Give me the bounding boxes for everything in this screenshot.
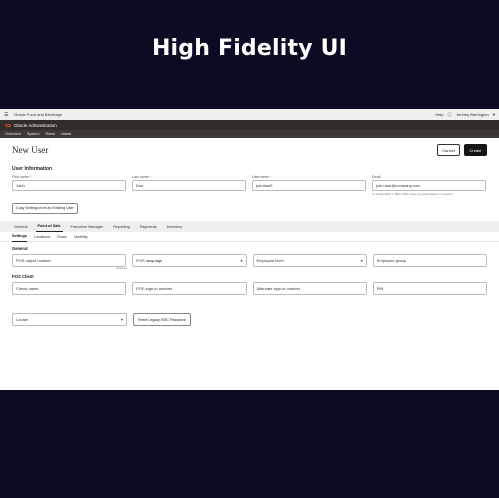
nav-bar: Overview System Roles Users [0, 130, 499, 138]
pos-signin-field[interactable]: POS sign-in number [132, 282, 247, 295]
tab-reporting[interactable]: Reporting [111, 221, 131, 232]
first-name-field[interactable]: John [12, 180, 126, 191]
chevron-down-icon[interactable]: ▾ [493, 112, 495, 118]
tab-franchise-manager[interactable]: Franchise Manager [69, 221, 106, 232]
tab-general[interactable]: General [12, 221, 30, 232]
tab-payments[interactable]: Payments [138, 221, 159, 232]
tab-inventory[interactable]: Inventory [165, 221, 185, 232]
hero-title: High Fidelity UI [151, 36, 348, 61]
section-title: User Information [12, 166, 53, 172]
top-bar: ☰ Oracle Food and Beverage Help ⓘ Jeremy… [0, 109, 499, 120]
username-field[interactable]: johndoe5 [252, 180, 366, 191]
check-name-field[interactable]: Check name [12, 282, 127, 295]
alt-signin-field[interactable]: Alternate sign-in number [252, 282, 367, 295]
nav-users[interactable]: Users [61, 132, 71, 136]
caret-down-icon: ▾ [360, 258, 363, 263]
subtab-roles[interactable]: Roles [57, 232, 67, 242]
caret-down-icon: ▾ [240, 258, 243, 263]
page-title: New User [12, 145, 49, 155]
copy-settings-button[interactable]: Copy Settings from an Existing User [12, 202, 78, 214]
app-window: ☰ Oracle Food and Beverage Help ⓘ Jeremy… [0, 109, 499, 390]
subtab-settings[interactable]: Settings [12, 232, 27, 242]
sub-tabs: Settings Locations Roles Visibility [0, 232, 499, 242]
main-tabs: General Point of Sale Franchise Manager … [0, 221, 499, 232]
caret-down-icon: ▾ [120, 317, 123, 322]
admin-title: Oracle Administration [14, 122, 57, 128]
user-info-section: User Information First name * John Last … [0, 166, 499, 214]
nav-overview[interactable]: Overview [5, 132, 21, 136]
pos-language-select[interactable]: POS language ▾ [132, 254, 247, 267]
app-name: Oracle Food and Beverage [14, 112, 63, 117]
locale-label: Locale [16, 317, 28, 322]
email-field[interactable]: john.doe@company.com [372, 180, 486, 191]
pos-language-label: POS language [136, 258, 163, 263]
help-link[interactable]: Help [435, 112, 443, 117]
admin-bar: Oracle Administration [0, 120, 499, 130]
subtab-locations[interactable]: Locations [34, 232, 50, 242]
question-circle-icon[interactable]: ⓘ [448, 112, 453, 118]
locale-select[interactable]: Locale ▾ [12, 313, 127, 326]
email-hint: To assign EMC or Back Office roles, an e… [372, 192, 454, 196]
user-menu[interactable]: Jeremy Barrington [456, 112, 489, 117]
tab-point-of-sale[interactable]: Point of Sale [35, 221, 63, 232]
cancel-button[interactable]: Cancel [437, 144, 460, 156]
pos-client-group-title: POS Client [12, 274, 34, 279]
create-button[interactable]: Create [464, 144, 487, 156]
subtab-visibility[interactable]: Visibility [74, 232, 88, 242]
reset-password-button[interactable]: Reset Legacy EMC Password [133, 313, 191, 326]
employee-level-select[interactable]: Employee level ▾ [252, 254, 367, 267]
required-hint: Required [116, 267, 127, 270]
pin-field[interactable]: PIN [372, 282, 487, 295]
employee-level-label: Employee level [256, 258, 284, 263]
nav-roles[interactable]: Roles [46, 132, 56, 136]
general-group-title: General [12, 246, 28, 251]
page-header: New User Cancel Create [0, 138, 499, 162]
nav-system[interactable]: System [27, 132, 40, 136]
employee-group-field[interactable]: Employee group [372, 254, 487, 267]
last-name-field[interactable]: Doe [132, 180, 246, 191]
oracle-logo-icon [5, 123, 11, 127]
hamburger-icon[interactable]: ☰ [4, 112, 10, 118]
pos-object-number-field[interactable]: POS object number [12, 254, 127, 267]
